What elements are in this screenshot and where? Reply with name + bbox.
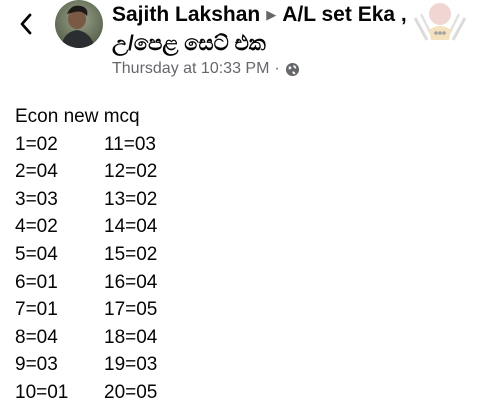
post-header: Sajith Lakshan ▶ A/L set Eka , — [112, 2, 407, 28]
answer-row: 3=03 13=02 — [15, 186, 157, 214]
answer-row: 4=02 14=04 — [15, 213, 157, 241]
answer-right: 14=04 — [104, 216, 158, 238]
answer-right: 15=02 — [104, 243, 158, 265]
answer-row: 1=02 11=03 — [15, 131, 157, 159]
separator: · — [274, 60, 280, 77]
back-button[interactable] — [12, 10, 40, 38]
answer-right: 12=02 — [104, 161, 158, 183]
group-name[interactable]: A/L set Eka , — [282, 2, 407, 28]
answer-left: 4=02 — [15, 216, 58, 238]
group-logo — [411, 0, 469, 46]
timestamp[interactable]: Thursday at 10:33 PM — [112, 60, 269, 78]
post-body: Econ new mcq 1=02 11=03 2=04 12=02 3=03 13=… — [15, 103, 157, 407]
answer-row: 6=01 16=04 — [15, 269, 157, 297]
answer-left: 8=04 — [15, 326, 58, 348]
answer-left: 7=01 — [15, 299, 58, 321]
post-title: Econ new mcq — [15, 106, 140, 127]
triangle-right-icon: ▶ — [266, 7, 277, 22]
avatar-image — [55, 0, 103, 48]
answer-right: 18=04 — [104, 326, 158, 348]
answer-right: 17=05 — [104, 299, 158, 321]
answer-row: 8=04 18=04 — [15, 324, 157, 352]
answer-row: 9=03 19=03 — [15, 351, 157, 379]
answer-left: 9=03 — [15, 354, 58, 376]
globe-icon[interactable] — [285, 62, 300, 77]
answer-left: 3=03 — [15, 188, 58, 210]
answer-row: 5=04 15=02 — [15, 241, 157, 269]
answer-right: 11=03 — [104, 133, 156, 155]
answer-right: 20=05 — [104, 381, 158, 403]
answer-left: 6=01 — [15, 271, 58, 293]
answer-left: 1=02 — [15, 133, 58, 155]
answer-right: 13=02 — [104, 188, 158, 210]
author-name[interactable]: Sajith Lakshan — [112, 2, 260, 28]
answer-row: 7=01 17=05 — [15, 296, 157, 324]
chevron-left-icon — [20, 13, 32, 35]
answer-right: 16=04 — [104, 271, 158, 293]
answer-left: 5=04 — [15, 243, 58, 265]
answer-row: 2=04 12=02 — [15, 158, 157, 186]
answer-row: 10=01 20=05 — [15, 379, 157, 407]
answer-right: 19=03 — [104, 354, 158, 376]
group-name-line2[interactable]: උ/පෙළ සෙට් එක — [112, 31, 266, 57]
answer-left: 2=04 — [15, 161, 58, 183]
post-meta: Thursday at 10:33 PM · — [112, 60, 300, 78]
answer-left: 10=01 — [15, 381, 69, 403]
avatar[interactable] — [55, 0, 103, 48]
